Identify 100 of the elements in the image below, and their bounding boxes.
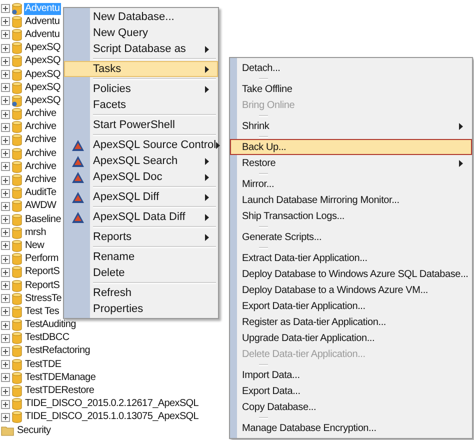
expand-icon[interactable] bbox=[1, 254, 10, 264]
expand-icon[interactable] bbox=[1, 228, 10, 238]
tree-item[interactable]: TestTDERestore bbox=[24, 385, 96, 398]
menu-item[interactable]: Refresh bbox=[64, 285, 218, 301]
tree-item[interactable]: ReportS bbox=[24, 280, 61, 292]
expand-icon[interactable] bbox=[1, 412, 10, 422]
menu-item[interactable]: Script Database as bbox=[64, 41, 218, 57]
expand-icon[interactable] bbox=[1, 96, 10, 106]
expand-icon[interactable] bbox=[1, 268, 10, 277]
tree-item[interactable]: Adventu bbox=[24, 16, 61, 28]
expand-icon[interactable] bbox=[1, 307, 10, 316]
tree-item[interactable]: TestRefactoring bbox=[24, 345, 91, 358]
menu-item[interactable]: ApexSQL Diff bbox=[64, 189, 218, 205]
menu-item[interactable]: Back Up... bbox=[230, 139, 472, 155]
tree-item[interactable]: AuditTe bbox=[24, 187, 58, 200]
tree-item[interactable]: Archive bbox=[24, 134, 58, 146]
menu-item[interactable]: Export Data-tier Application... bbox=[230, 298, 472, 314]
expand-icon[interactable] bbox=[1, 149, 10, 158]
menu-item[interactable]: Manage Database Encryption... bbox=[230, 420, 472, 436]
expand-icon[interactable] bbox=[1, 44, 10, 53]
menu-item[interactable]: Export Data... bbox=[230, 383, 472, 399]
expand-icon[interactable] bbox=[1, 373, 10, 382]
expand-icon[interactable] bbox=[1, 83, 10, 92]
tree-item[interactable]: TestTDEManage bbox=[24, 372, 97, 384]
tree-item[interactable]: TIDE_DISCO_2015.0.2.12617_ApexSQL bbox=[24, 398, 200, 410]
menu-item[interactable]: New Query bbox=[64, 25, 218, 41]
expand-icon[interactable] bbox=[1, 281, 10, 290]
tree-item[interactable]: Adventu bbox=[24, 28, 61, 41]
expand-icon[interactable] bbox=[1, 294, 10, 304]
tree-item[interactable]: TestAuditing bbox=[24, 319, 77, 332]
expand-icon[interactable] bbox=[1, 17, 10, 26]
expand-icon[interactable] bbox=[1, 122, 10, 132]
expand-icon[interactable] bbox=[1, 110, 10, 119]
tree-item[interactable]: Archive bbox=[24, 174, 58, 186]
menu-item[interactable]: Generate Scripts... bbox=[230, 229, 472, 245]
menu-item[interactable]: Policies bbox=[64, 81, 218, 97]
menu-item[interactable]: Take Offline bbox=[230, 81, 472, 97]
expand-icon[interactable] bbox=[1, 386, 10, 396]
expand-icon[interactable] bbox=[1, 400, 10, 409]
expand-icon[interactable] bbox=[1, 4, 10, 14]
menu-item[interactable]: Rename bbox=[64, 249, 218, 265]
menu-item[interactable]: Restore bbox=[230, 155, 472, 171]
menu-item[interactable]: Upgrade Data-tier Application... bbox=[230, 330, 472, 346]
menu-item[interactable]: New Database... bbox=[64, 9, 218, 25]
tree-item[interactable]: Perform bbox=[24, 253, 60, 266]
expand-icon[interactable] bbox=[1, 202, 10, 211]
expand-icon[interactable] bbox=[1, 346, 10, 356]
tree-item[interactable]: Archive bbox=[24, 121, 58, 134]
menu-item[interactable]: ApexSQL Doc bbox=[64, 169, 218, 185]
expand-icon[interactable] bbox=[1, 70, 10, 80]
menu-item[interactable]: ApexSQL Source Control bbox=[64, 137, 218, 153]
tree-item[interactable]: Archive bbox=[24, 160, 58, 173]
tree-item[interactable]: Archive bbox=[24, 148, 58, 160]
menu-item[interactable]: Facets bbox=[64, 97, 218, 113]
tree-item[interactable]: AWDW bbox=[24, 200, 58, 212]
tree-item[interactable]: ApexSQ bbox=[24, 42, 62, 54]
menu-item[interactable]: Launch Database Mirroring Monitor... bbox=[230, 192, 472, 208]
tree-item[interactable]: TestTDE bbox=[24, 358, 62, 371]
menu-item[interactable]: Start PowerShell bbox=[64, 117, 218, 133]
expand-icon[interactable] bbox=[1, 334, 10, 343]
menu-item[interactable]: Delete bbox=[64, 265, 218, 281]
menu-item[interactable]: Reports bbox=[64, 229, 218, 245]
menu-item[interactable]: Deploy Database to Windows Azure SQL Database... bbox=[230, 266, 472, 282]
menu-item[interactable]: Shrink bbox=[230, 118, 472, 134]
tree-item[interactable]: ApexSQ bbox=[24, 68, 62, 81]
expand-icon[interactable] bbox=[1, 56, 10, 66]
tree-item[interactable]: TestDBCC bbox=[24, 332, 70, 344]
expand-icon[interactable] bbox=[1, 136, 10, 145]
tree-item[interactable]: Archive bbox=[24, 108, 58, 120]
tree-item[interactable]: ApexSQ bbox=[24, 82, 62, 94]
menu-item[interactable]: ApexSQL Search bbox=[64, 153, 218, 169]
expand-icon[interactable] bbox=[1, 360, 10, 370]
expand-icon[interactable] bbox=[1, 176, 10, 185]
menu-item[interactable]: Tasks bbox=[64, 61, 218, 77]
menu-item[interactable]: Extract Data-tier Application... bbox=[230, 250, 472, 266]
menu-item[interactable]: Import Data... bbox=[230, 367, 472, 383]
tree-item[interactable]: TIDE_DISCO_2015.1.0.13075_ApexSQL bbox=[24, 411, 200, 424]
menu-item[interactable]: Deploy Database to a Windows Azure VM... bbox=[230, 282, 472, 298]
expand-icon[interactable] bbox=[1, 215, 10, 224]
tree-item[interactable]: StressTe bbox=[24, 292, 63, 305]
menu-item[interactable]: Properties bbox=[64, 301, 218, 317]
menu-item[interactable]: Register as Data-tier Application... bbox=[230, 314, 472, 330]
menu-item[interactable]: ApexSQL Data Diff bbox=[64, 209, 218, 225]
expand-icon[interactable] bbox=[1, 241, 10, 250]
tree-item[interactable]: New bbox=[24, 240, 46, 252]
expand-icon[interactable] bbox=[1, 30, 10, 40]
menu-item[interactable]: Detach... bbox=[230, 60, 472, 76]
expand-icon[interactable] bbox=[1, 162, 10, 172]
tree-item[interactable]: ApexSQ bbox=[24, 94, 62, 107]
menu-item[interactable]: Mirror... bbox=[230, 176, 472, 192]
menu-item[interactable]: Ship Transaction Logs... bbox=[230, 208, 472, 224]
tree-item[interactable]: mrsh bbox=[24, 226, 48, 239]
tree-item[interactable]: ApexSQ bbox=[24, 55, 62, 68]
tree-item[interactable]: Baseline bbox=[24, 214, 62, 226]
expand-icon[interactable] bbox=[1, 320, 10, 330]
tree-item[interactable]: Test Tes bbox=[24, 306, 60, 318]
menu-item[interactable]: Copy Database... bbox=[230, 399, 472, 415]
expand-icon[interactable] bbox=[1, 188, 10, 198]
tree-item[interactable]: Security bbox=[16, 424, 52, 437]
tree-item[interactable]: ReportS bbox=[24, 266, 61, 278]
